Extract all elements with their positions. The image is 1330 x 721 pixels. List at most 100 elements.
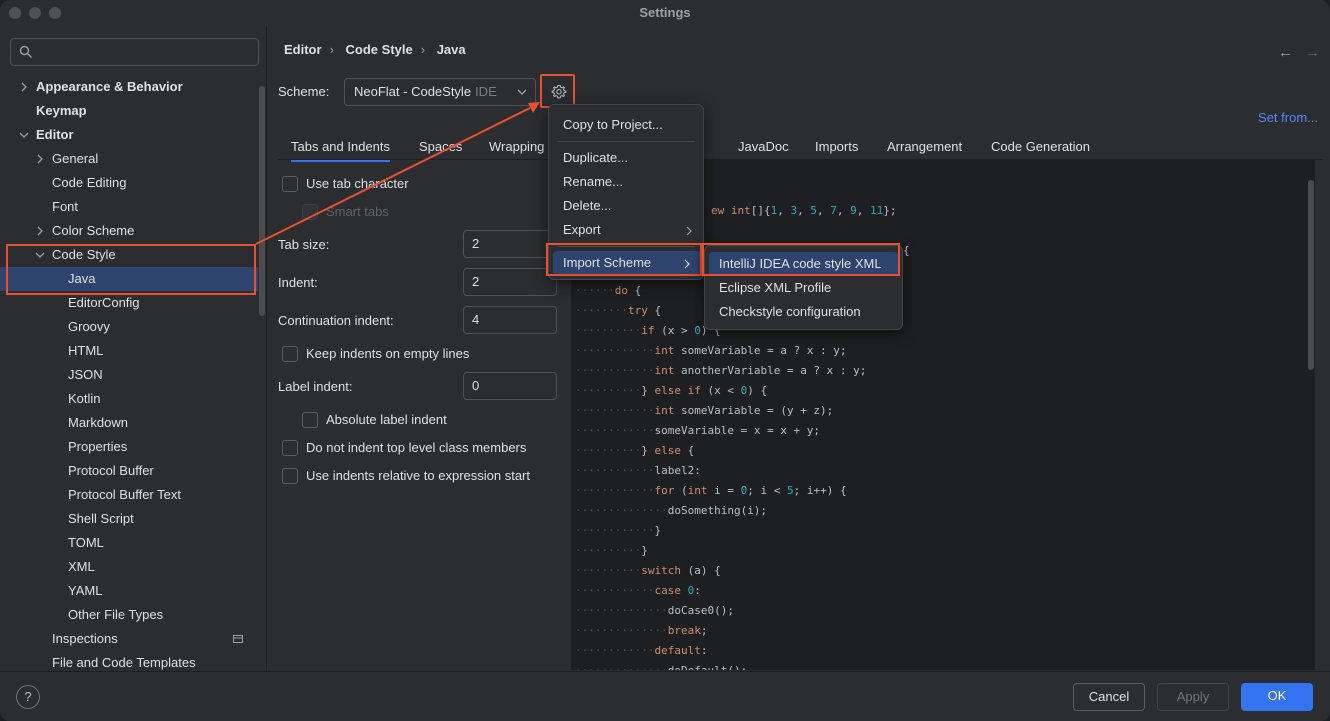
- smart-tabs-checkbox[interactable]: [302, 204, 318, 220]
- continuation-indent-label: Continuation indent:: [278, 313, 394, 328]
- code-line: ··········switch (a) {: [575, 564, 721, 577]
- chevron-right-icon[interactable]: [19, 82, 29, 92]
- code-line: ············label2:: [575, 464, 701, 477]
- sidebar-item-kotlin[interactable]: Kotlin: [0, 387, 258, 411]
- absolute-label-indent-checkbox[interactable]: [302, 412, 318, 428]
- sidebar-item-properties[interactable]: Properties: [0, 435, 258, 459]
- tab-javadoc[interactable]: JavaDoc: [738, 139, 789, 154]
- indent-label: Indent:: [278, 275, 318, 290]
- code-line: ············case 0:: [575, 584, 701, 597]
- relative-indents-label: Use indents relative to expression start: [306, 468, 530, 483]
- submenu-item-checkstyle[interactable]: Checkstyle configuration: [705, 300, 902, 324]
- sidebar-item-label: Protocol Buffer: [68, 463, 154, 478]
- sidebar-item-xml[interactable]: XML: [0, 555, 258, 579]
- breadcrumb-item[interactable]: Editor: [284, 42, 322, 57]
- scheme-dropdown[interactable]: NeoFlat - CodeStyle IDE: [344, 78, 536, 106]
- code-scrollbar-thumb[interactable]: [1308, 180, 1314, 370]
- sidebar-item-label: Properties: [68, 439, 128, 454]
- sidebar-item-label: Editor: [36, 127, 74, 142]
- chevron-right-icon[interactable]: [35, 226, 45, 236]
- sidebar-item-label: Color Scheme: [52, 223, 135, 238]
- cancel-button[interactable]: Cancel: [1073, 683, 1145, 711]
- title-bar: Settings: [0, 0, 1330, 26]
- label-indent-label: Label indent:: [278, 379, 353, 394]
- keep-indents-checkbox[interactable]: [282, 346, 298, 362]
- menu-item-delete[interactable]: Delete...: [549, 194, 703, 218]
- tab-wrapping[interactable]: Wrapping: [489, 139, 544, 154]
- menu-item-export[interactable]: Export: [549, 218, 703, 242]
- continuation-indent-input[interactable]: 4: [463, 306, 557, 334]
- apply-button[interactable]: Apply: [1157, 683, 1229, 711]
- label-indent-input[interactable]: 0: [463, 372, 557, 400]
- tab-size-input[interactable]: 2: [463, 230, 557, 258]
- code-line: ew int[]{1, 3, 5, 7, 9, 11};: [711, 204, 897, 217]
- submenu-item-eclipse-xml[interactable]: Eclipse XML Profile: [705, 276, 902, 300]
- sidebar-item-font[interactable]: Font: [0, 195, 258, 219]
- code-scrollbar[interactable]: [1307, 160, 1315, 670]
- sidebar-item-color-scheme[interactable]: Color Scheme: [0, 219, 258, 243]
- sidebar-item-shell-script[interactable]: Shell Script: [0, 507, 258, 531]
- menu-item-copy-to-project[interactable]: Copy to Project...: [549, 113, 703, 137]
- use-tab-character-label: Use tab character: [306, 176, 409, 191]
- tab-tabs-and-indents[interactable]: Tabs and Indents: [291, 139, 391, 162]
- sidebar-item-code-style[interactable]: Code Style: [0, 243, 258, 267]
- use-tab-character-checkbox[interactable]: [282, 176, 298, 192]
- absolute-label-indent-label: Absolute label indent: [326, 412, 447, 427]
- sidebar-item-appearance[interactable]: Appearance & Behavior: [0, 75, 258, 99]
- no-indent-top-level-checkbox[interactable]: [282, 440, 298, 456]
- sidebar-item-protocol-buffer[interactable]: Protocol Buffer: [0, 459, 258, 483]
- sidebar-item-file-code-templates[interactable]: File and Code Templates: [0, 651, 258, 671]
- tab-code-generation[interactable]: Code Generation: [991, 139, 1090, 154]
- sidebar-item-keymap[interactable]: Keymap: [0, 99, 258, 123]
- menu-item-duplicate[interactable]: Duplicate...: [549, 146, 703, 170]
- sidebar-item-editor[interactable]: Editor: [0, 123, 258, 147]
- scheme-label: Scheme:: [278, 84, 330, 99]
- set-from-link[interactable]: Set from...: [1258, 110, 1318, 125]
- sidebar-item-yaml[interactable]: YAML: [0, 579, 258, 603]
- back-arrow-icon[interactable]: ←: [1278, 44, 1293, 61]
- sidebar-item-groovy[interactable]: Groovy: [0, 315, 258, 339]
- tab-imports[interactable]: Imports: [815, 139, 858, 154]
- indent-input[interactable]: 2: [463, 268, 557, 296]
- sidebar-item-general[interactable]: General: [0, 147, 258, 171]
- ok-button[interactable]: OK: [1241, 683, 1313, 711]
- sidebar-item-toml[interactable]: TOML: [0, 531, 258, 555]
- code-line: ············for (int i = 0; i < 5; i++) …: [575, 484, 847, 497]
- menu-item-import-scheme[interactable]: Import Scheme: [553, 251, 701, 275]
- chevron-down-icon[interactable]: [35, 250, 45, 260]
- submenu-item-intellij-xml[interactable]: IntelliJ IDEA code style XML: [709, 252, 898, 276]
- relative-indents-checkbox[interactable]: [282, 468, 298, 484]
- sidebar-item-protocol-buffer-text[interactable]: Protocol Buffer Text: [0, 483, 258, 507]
- sidebar-item-markdown[interactable]: Markdown: [0, 411, 258, 435]
- sidebar-item-html[interactable]: HTML: [0, 339, 258, 363]
- tab-spaces[interactable]: Spaces: [419, 139, 462, 154]
- search-input[interactable]: [10, 38, 259, 66]
- code-line: ··············doDefault();: [575, 664, 747, 670]
- navigation-arrows: ← →: [1266, 44, 1320, 61]
- sidebar-item-json[interactable]: JSON: [0, 363, 258, 387]
- sidebar-scrollbar[interactable]: [259, 86, 265, 316]
- sidebar-item-editorconfig[interactable]: EditorConfig: [0, 291, 258, 315]
- help-button[interactable]: ?: [16, 685, 40, 709]
- tab-arrangement[interactable]: Arrangement: [887, 139, 962, 154]
- sidebar-item-label: Code Editing: [52, 175, 127, 190]
- smart-tabs-label: Smart tabs: [326, 204, 389, 219]
- chevron-right-icon[interactable]: [35, 154, 45, 164]
- sidebar-item-label: XML: [68, 559, 95, 574]
- chevron-right-icon: [684, 259, 690, 269]
- sidebar-item-code-editing[interactable]: Code Editing: [0, 171, 258, 195]
- sidebar-item-java[interactable]: Java: [0, 267, 258, 291]
- forward-arrow-icon[interactable]: →: [1305, 44, 1320, 61]
- code-line: ······do {: [575, 284, 642, 297]
- sidebar-item-label: Groovy: [68, 319, 110, 334]
- sidebar-item-label: YAML: [68, 583, 103, 598]
- sidebar-item-inspections[interactable]: Inspections: [0, 627, 258, 651]
- scheme-actions-gear-button[interactable]: [540, 74, 575, 108]
- chevron-down-icon[interactable]: [19, 130, 29, 140]
- code-line: ··········} else {: [575, 444, 695, 457]
- menu-item-rename[interactable]: Rename...: [549, 170, 703, 194]
- project-settings-icon: [233, 635, 243, 643]
- sidebar-item-other-file-types[interactable]: Other File Types: [0, 603, 258, 627]
- breadcrumb-item[interactable]: Code Style: [346, 42, 413, 57]
- sidebar-item-label: Shell Script: [68, 511, 134, 526]
